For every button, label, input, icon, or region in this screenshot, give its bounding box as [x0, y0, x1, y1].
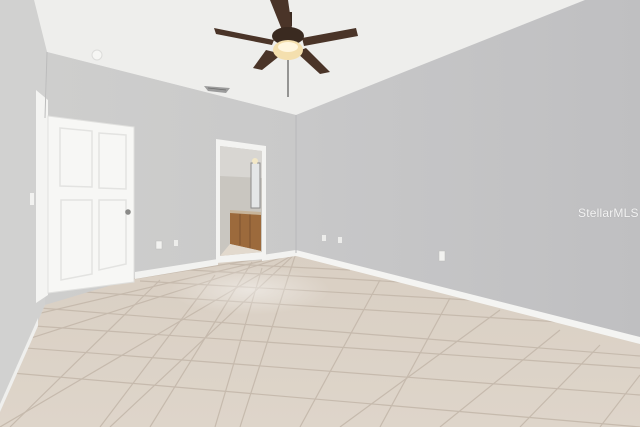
outlet: [438, 250, 446, 262]
smoke-detector: [91, 49, 103, 61]
door-knob[interactable]: [125, 209, 131, 215]
room-illustration: [0, 0, 640, 427]
outlet: [155, 240, 163, 250]
watermark: StellarMLS: [578, 206, 639, 220]
light-switch[interactable]: [30, 193, 34, 205]
outlet: [338, 237, 342, 243]
left-door-frame: [36, 90, 48, 303]
bedroom-photo: StellarMLS: [0, 0, 640, 427]
open-door[interactable]: [47, 115, 135, 294]
outlet: [322, 235, 326, 241]
outlet: [174, 240, 178, 246]
bathroom-doorway: [216, 139, 266, 263]
